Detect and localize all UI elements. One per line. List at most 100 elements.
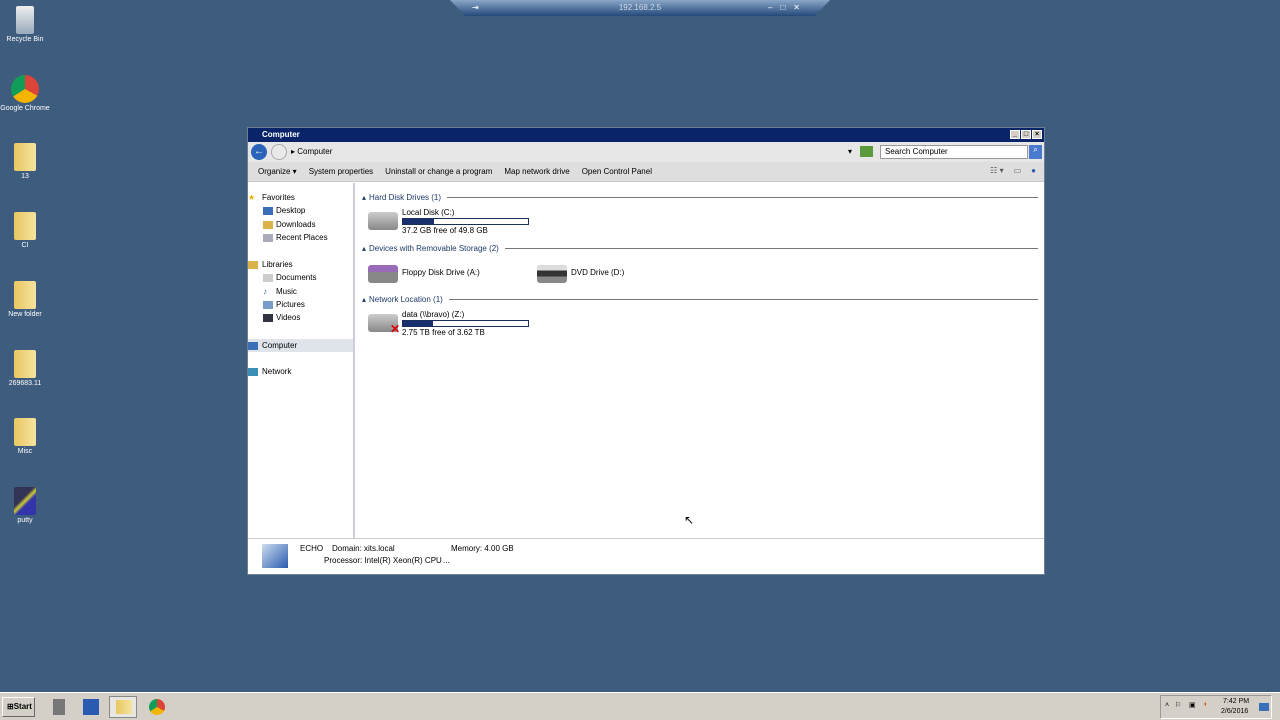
help-icon[interactable]: ●: [1031, 166, 1036, 175]
show-desktop-button[interactable]: [1259, 703, 1269, 711]
processor: Processor: Intel(R) Xeon(R) CPU: [324, 556, 442, 565]
desktop-icon-folder[interactable]: Misc: [0, 418, 50, 455]
rdp-connection-bar: ⇥ 192.168.2.5 –□✕: [450, 0, 830, 16]
nav-label: Computer: [262, 340, 298, 350]
address-text: Computer: [297, 147, 333, 156]
videos-icon: [263, 314, 273, 323]
folder-icon: [14, 281, 36, 309]
nav-documents[interactable]: Documents: [248, 271, 353, 284]
desktop-icon: [263, 207, 273, 216]
clock-date[interactable]: 2/6/2016: [1221, 708, 1248, 715]
nav-recent-places[interactable]: Recent Places: [248, 231, 353, 244]
nav-music[interactable]: ♪ Music: [248, 285, 353, 298]
nav-downloads[interactable]: Downloads: [248, 218, 353, 231]
computer-icon: [248, 341, 258, 350]
back-button[interactable]: ←: [251, 144, 267, 160]
volume-tray-icon[interactable]: ◖: [1203, 701, 1207, 708]
memory: Memory: 4.00 GB: [451, 544, 514, 553]
map-network-drive-button[interactable]: Map network drive: [504, 167, 569, 176]
network-tray-icon[interactable]: ▣: [1189, 701, 1196, 709]
group-hard-disk-drives[interactable]: ▴ Hard Disk Drives (1): [362, 192, 1038, 202]
nav-network[interactable]: Network: [248, 365, 353, 378]
clock-time[interactable]: 7:42 PM: [1223, 698, 1249, 705]
nav-computer[interactable]: Computer: [248, 338, 353, 352]
nav-libraries[interactable]: Libraries: [248, 258, 353, 271]
address-bar[interactable]: ▸ Computer: [291, 145, 831, 159]
powershell-icon[interactable]: [77, 696, 105, 718]
minimize-button[interactable]: _: [1010, 130, 1020, 139]
system-properties-button[interactable]: System properties: [309, 167, 373, 176]
group-network-location[interactable]: ▴ Network Location (1): [362, 294, 1038, 304]
folder-icon: [14, 350, 36, 378]
details-pane: ECHO Domain: xits.local Memory: 4.00 GB …: [248, 538, 1044, 574]
preview-pane-icon[interactable]: ▭: [1014, 166, 1022, 175]
server-manager-icon[interactable]: [45, 696, 73, 718]
icon-label: 269683.11: [8, 380, 42, 387]
start-button[interactable]: ⊞Start: [2, 697, 35, 717]
drive-name: DVD Drive (D:): [571, 268, 625, 277]
mouse-cursor: ↖: [684, 513, 695, 527]
nav-videos[interactable]: Videos: [248, 311, 353, 324]
explorer-taskbar-button[interactable]: [109, 696, 137, 718]
nav-label: Desktop: [276, 206, 306, 216]
forward-button[interactable]: [271, 144, 287, 160]
organize-button[interactable]: Organize ▾: [258, 167, 297, 176]
nav-label: Music: [276, 286, 297, 296]
action-center-flag-icon[interactable]: ⚐: [1175, 701, 1181, 709]
drive-free-space: 2.75 TB free of 3.62 TB: [402, 328, 485, 337]
desktop-icon-folder[interactable]: New folder: [0, 281, 50, 318]
explorer-window: Computer _ □ × ← ▸ Computer ▾ Search Compu…: [247, 127, 1045, 575]
recycle-bin-icon: [16, 6, 34, 34]
downloads-icon: [263, 220, 273, 229]
documents-icon: [263, 274, 273, 283]
maximize-button[interactable]: □: [1021, 130, 1031, 139]
floppy-drive-icon: [368, 265, 398, 283]
drive-usage-bar: [402, 218, 529, 225]
group-label: Hard Disk Drives (1): [369, 192, 442, 202]
refresh-icon[interactable]: [860, 146, 873, 157]
desktop-icon-recycle-bin[interactable]: Recycle Bin: [0, 6, 50, 43]
desktop-icon-chrome[interactable]: Google Chrome: [0, 75, 50, 112]
taskbar: ⊞Start ˄ ⚐ ▣ ◖ 7:42 PM 2/6/2016: [0, 692, 1280, 720]
search-icon[interactable]: ⌕: [1029, 145, 1042, 159]
group-removable-storage[interactable]: ▴ Devices with Removable Storage (2): [362, 243, 1038, 253]
computer-name: ECHO: [300, 544, 324, 553]
desktop-icon-folder[interactable]: 13: [0, 143, 50, 180]
putty-icon: [14, 487, 36, 515]
system-tray: ˄ ⚐ ▣ ◖ 7:42 PM 2/6/2016: [1160, 695, 1272, 719]
open-control-panel-button[interactable]: Open Control Panel: [582, 167, 652, 176]
star-icon: ★: [248, 193, 256, 202]
show-hidden-icons[interactable]: ˄: [1165, 702, 1169, 709]
address-dropdown-icon[interactable]: ▾: [848, 147, 852, 156]
search-placeholder: Search Computer: [885, 147, 948, 156]
domain: Domain: xits.local: [332, 544, 395, 553]
drive-d[interactable]: DVD Drive (D:): [537, 261, 697, 287]
nav-label: Videos: [276, 313, 301, 323]
uninstall-program-button[interactable]: Uninstall or change a program: [385, 167, 492, 176]
icon-label: Misc: [17, 448, 33, 455]
content-pane: ▴ Hard Disk Drives (1) Local Disk (C:) 3…: [358, 183, 1044, 539]
nav-desktop[interactable]: Desktop: [248, 204, 353, 217]
close-button[interactable]: ×: [1032, 130, 1042, 139]
drive-name: data (\\bravo) (Z:): [402, 310, 465, 319]
drive-name: Floppy Disk Drive (A:): [402, 268, 480, 277]
start-label: Start: [13, 702, 32, 711]
hard-disk-icon: [368, 212, 398, 230]
view-options-icon[interactable]: ☷ ▾: [990, 166, 1003, 175]
desktop-icon-folder[interactable]: 269683.11: [0, 350, 50, 387]
nav-favorites[interactable]: ★ Favorites: [248, 191, 353, 204]
search-input[interactable]: Search Computer: [880, 145, 1028, 159]
rdp-window-controls[interactable]: –□✕: [768, 0, 808, 16]
drive-usage-fill: [403, 321, 433, 326]
chrome-taskbar-icon[interactable]: [143, 696, 171, 718]
drive-c[interactable]: Local Disk (C:) 37.2 GB free of 49.8 GB: [368, 208, 548, 235]
processor-more: ...: [443, 556, 450, 565]
nav-pictures[interactable]: Pictures: [248, 298, 353, 311]
pin-icon[interactable]: ⇥: [472, 0, 479, 16]
desktop-icon-putty[interactable]: putty: [0, 487, 50, 524]
desktop-icon-folder[interactable]: CI: [0, 212, 50, 249]
nav-label: Libraries: [262, 260, 293, 270]
title-bar[interactable]: Computer _ □ ×: [248, 128, 1044, 142]
drive-z[interactable]: ✕ data (\\bravo) (Z:) 2.75 TB free of 3.…: [368, 310, 548, 337]
drive-a[interactable]: Floppy Disk Drive (A:): [368, 261, 528, 287]
